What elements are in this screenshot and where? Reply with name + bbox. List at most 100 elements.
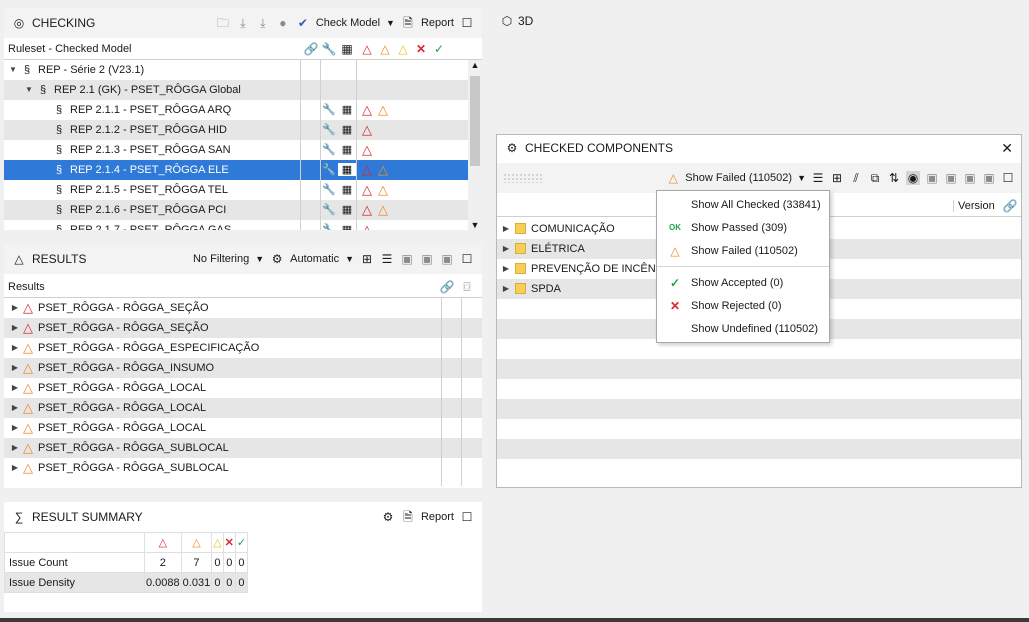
folder-label: SPDA (531, 282, 561, 295)
checking-report-button[interactable]: Report (421, 17, 454, 29)
stop-icon[interactable]: ● (276, 16, 290, 30)
components-maximize-icon[interactable]: ☐ (1001, 171, 1015, 185)
table-icon[interactable]: ▦ (338, 143, 356, 156)
menu-item[interactable]: ✕ Show Rejected (0) (657, 294, 829, 317)
comp-lock-icon-3[interactable]: ▣ (963, 171, 977, 185)
table-icon[interactable]: ▦ (338, 103, 356, 116)
menu-item[interactable]: Show Undefined (110502) (657, 317, 829, 340)
lock-icon-2[interactable]: ▣ (420, 252, 434, 266)
group-icon[interactable]: ⧉ (868, 171, 882, 185)
expand-icon[interactable]: ▼ (24, 85, 34, 94)
checking-scrollbar[interactable]: ▲ ▼ (468, 60, 482, 230)
table-icon[interactable]: ▦ (338, 163, 356, 176)
lock-icon-1[interactable]: ▣ (400, 252, 414, 266)
expand-icon[interactable]: ▶ (501, 244, 511, 253)
summary-report-button[interactable]: Report (421, 511, 454, 523)
comp-lock-icon-1[interactable]: ▣ (925, 171, 939, 185)
table-icon[interactable]: ▦ (338, 123, 356, 136)
menu-item[interactable]: Show All Checked (33841) (657, 193, 829, 216)
table-icon[interactable]: ▦ (338, 183, 356, 196)
tree-view-icon[interactable]: ⊞ (360, 252, 374, 266)
sort-icon[interactable]: ⇅ (887, 171, 901, 185)
ruleset-row[interactable]: ▼ § REP 2.1 (GK) - PSET_RÔGGA Global (4, 80, 468, 100)
comp-lock-icon-2[interactable]: ▣ (944, 171, 958, 185)
expand-icon[interactable]: ▶ (10, 383, 20, 392)
hierarchy-icon[interactable]: ⊞ (830, 171, 844, 185)
drag-handle-icon[interactable] (503, 173, 543, 183)
expand-icon[interactable]: ▶ (501, 224, 511, 233)
mode-dropdown[interactable]: Automatic (290, 253, 339, 265)
wrench-icon[interactable]: 🔧 (320, 183, 338, 196)
list-icon[interactable]: ☰ (811, 171, 825, 185)
ruleset-row[interactable]: § REP 2.1.3 - PSET_RÔGGA SAN 🔧 ▦ △ (4, 140, 468, 160)
show-filter-dropdown[interactable]: Show Failed (110502) (685, 172, 792, 184)
expand-icon[interactable]: ▶ (10, 323, 20, 332)
result-row[interactable]: ▶ △ PSET_RÔGGA - RÔGGA_LOCAL (4, 378, 482, 398)
table-icon[interactable]: ▦ (338, 203, 356, 216)
wrench-icon[interactable]: 🔧 (320, 103, 338, 116)
mode-dropdown-icon[interactable]: ▼ (345, 254, 354, 264)
result-row[interactable]: ▶ △ PSET_RÔGGA - RÔGGA_INSUMO (4, 358, 482, 378)
menu-item[interactable]: OK Show Passed (309) (657, 216, 829, 239)
expand-icon[interactable]: ▶ (10, 363, 20, 372)
expand-icon[interactable]: ▶ (10, 443, 20, 452)
expand-icon[interactable]: ▼ (8, 65, 18, 74)
expand-icon[interactable]: ▶ (501, 284, 511, 293)
summary-maximize-icon[interactable]: ☐ (460, 510, 474, 524)
result-row[interactable]: ▶ △ PSET_RÔGGA - RÔGGA_LOCAL (4, 398, 482, 418)
wrench-icon[interactable]: 🔧 (320, 163, 338, 176)
result-row[interactable]: ▶ △ PSET_RÔGGA - RÔGGA_LOCAL (4, 418, 482, 438)
summary-report-icon[interactable]: 🗎 (401, 510, 415, 524)
ruleset-row[interactable]: ▼ § REP - Série 2 (V23.1) (4, 60, 468, 80)
expand-icon[interactable]: ▶ (10, 463, 20, 472)
results-maximize-icon[interactable]: ☐ (460, 252, 474, 266)
version-column-header[interactable]: Version (953, 199, 999, 212)
expand-icon[interactable]: ▶ (501, 264, 511, 273)
ruleset-row[interactable]: § REP 2.1.5 - PSET_RÔGGA TEL 🔧 ▦ △ △ (4, 180, 468, 200)
expand-icon[interactable]: ▶ (10, 403, 20, 412)
lock-icon-3[interactable]: ▣ (440, 252, 454, 266)
wrench-icon[interactable]: 🔧 (320, 223, 338, 230)
open-folder-icon[interactable]: 🗀 (216, 16, 230, 30)
filter-dropdown[interactable]: No Filtering (193, 253, 249, 265)
hide-icon[interactable]: ◉ (906, 171, 920, 185)
check-model-dropdown-icon[interactable]: ▼ (386, 18, 395, 28)
result-row[interactable]: ▶ △ PSET_RÔGGA - RÔGGA_SEÇÃO (4, 298, 482, 318)
filter-dropdown-icon[interactable]: ▼ (255, 254, 264, 264)
result-row[interactable]: ▶ △ PSET_RÔGGA - RÔGGA_SEÇÃO (4, 318, 482, 338)
menu-item[interactable]: △ Show Failed (110502) (657, 239, 829, 262)
expand-icon[interactable]: ▶ (10, 423, 20, 432)
ruleset-row[interactable]: § REP 2.1.4 - PSET_RÔGGA ELE 🔧 ▦ △ △ (4, 160, 468, 180)
check-model-button[interactable]: Check Model (316, 17, 380, 29)
view-3d-tab[interactable]: ⬡ 3D (500, 14, 534, 28)
show-filter-dropdown-icon[interactable]: ▼ (797, 173, 806, 183)
result-row[interactable]: ▶ △ PSET_RÔGGA - RÔGGA_ESPECIFICAÇÃO (4, 338, 482, 358)
components-close-icon[interactable]: ✕ (1001, 140, 1013, 157)
wrench-icon[interactable]: 🔧 (320, 143, 338, 156)
maximize-icon[interactable]: ☐ (460, 16, 474, 30)
table-icon[interactable]: ▦ (338, 223, 356, 230)
list-view-icon[interactable]: ☰ (380, 252, 394, 266)
wrench-icon[interactable]: 🔧 (320, 123, 338, 136)
expand-icon[interactable]: ▶ (10, 303, 20, 312)
check-model-icon[interactable]: ✔ (296, 16, 310, 30)
ruleset-row[interactable]: § REP 2.1.7 - PSET_RÔGGA GAS 🔧 ▦ △ (4, 220, 468, 231)
export-icon[interactable]: ⤓ (256, 16, 270, 30)
import-icon[interactable]: ⤓ (236, 16, 250, 30)
ruleset-row[interactable]: § REP 2.1.6 - PSET_RÔGGA PCI 🔧 ▦ △ △ (4, 200, 468, 220)
scroll-up-icon[interactable]: ▲ (468, 60, 482, 70)
ruleset-row[interactable]: § REP 2.1.2 - PSET_RÔGGA HID 🔧 ▦ △ (4, 120, 468, 140)
comp-lock-icon-4[interactable]: ▣ (982, 171, 996, 185)
ruleset-row[interactable]: § REP 2.1.1 - PSET_RÔGGA ARQ 🔧 ▦ △ △ (4, 100, 468, 120)
summary-settings-icon[interactable]: ⚙ (381, 510, 395, 524)
scroll-down-icon[interactable]: ▼ (468, 220, 482, 230)
wrench-icon[interactable]: 🔧 (320, 203, 338, 216)
menu-item[interactable]: ✓ Show Accepted (0) (657, 271, 829, 294)
expand-icon[interactable]: ▶ (10, 343, 20, 352)
report-icon[interactable]: 🗎 (401, 16, 415, 30)
results-column-header[interactable]: Results (4, 281, 440, 293)
tree-icon[interactable]: ⫽ (849, 171, 863, 185)
result-row[interactable]: ▶ △ PSET_RÔGGA - RÔGGA_SUBLOCAL (4, 458, 482, 478)
ruleset-column-header[interactable]: Ruleset - Checked Model (4, 43, 300, 55)
result-row[interactable]: ▶ △ PSET_RÔGGA - RÔGGA_SUBLOCAL (4, 438, 482, 458)
